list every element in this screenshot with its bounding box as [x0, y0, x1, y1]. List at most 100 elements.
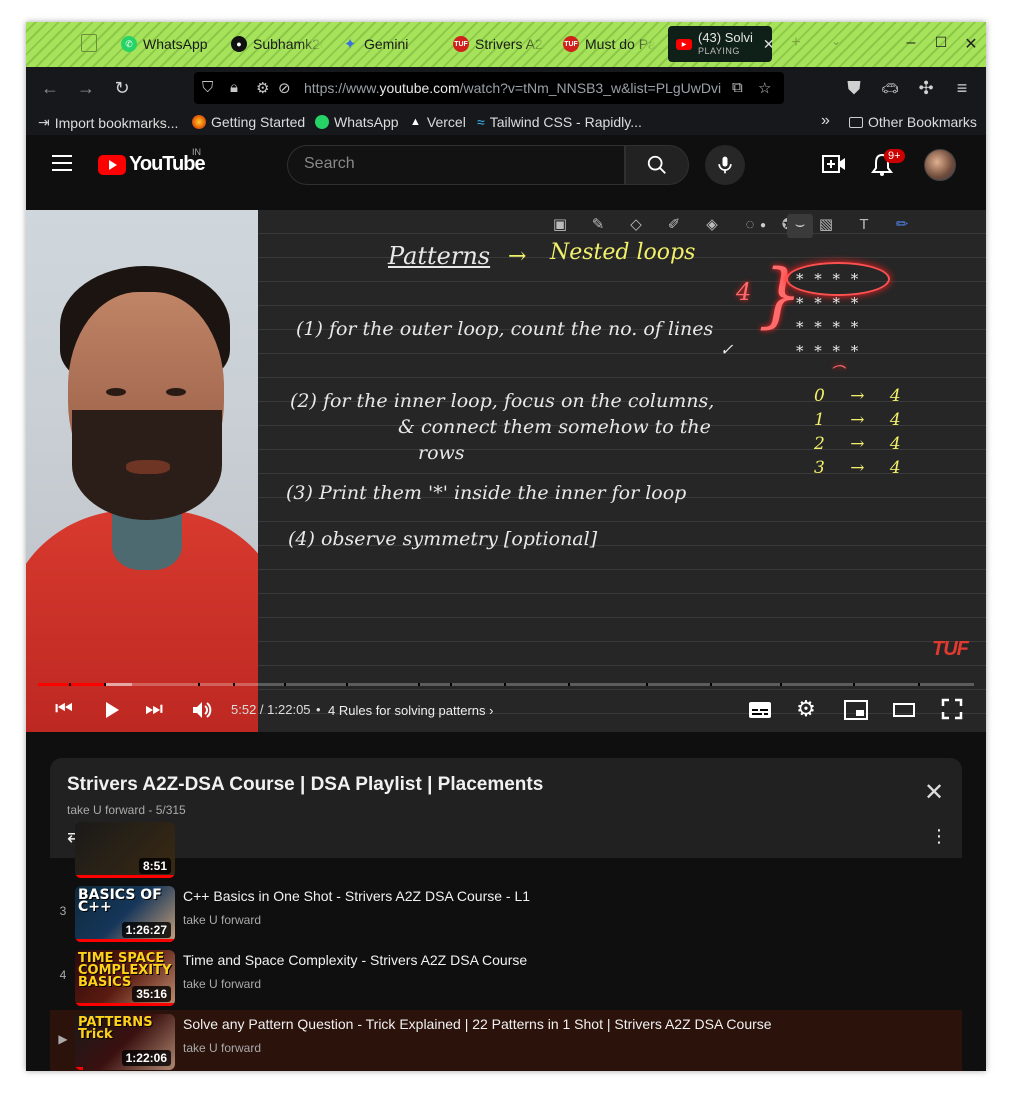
video-channel[interactable]: take U forward	[183, 913, 261, 927]
search-box	[287, 145, 625, 185]
playlist-title[interactable]: Strivers A2Z-DSA Course | DSA Playlist |…	[67, 774, 543, 796]
playlist-channel[interactable]: take U forward	[67, 803, 145, 817]
previous-icon[interactable]: ⏮	[50, 698, 78, 721]
reload-icon[interactable]: ↻	[110, 77, 134, 99]
tab-whatsapp[interactable]: ✆ WhatsApp	[121, 31, 221, 57]
highlighter-tool-icon: ✐	[667, 216, 681, 233]
picture-in-picture-icon[interactable]: ⧉	[732, 79, 743, 96]
tab-must-do[interactable]: TUF Must do Pa	[563, 31, 655, 57]
tab-gemini[interactable]: ✦ Gemini	[342, 31, 432, 57]
whatsapp-icon	[315, 115, 329, 129]
video-duration: 35:16	[132, 986, 171, 1002]
extensions-icon[interactable]: ✣	[914, 77, 938, 99]
next-icon[interactable]: ⏭	[140, 698, 168, 721]
video-duration: 1:26:27	[121, 922, 171, 938]
play-icon[interactable]	[98, 700, 126, 720]
shield-icon[interactable]: ⛉	[202, 79, 213, 96]
forward-icon[interactable]: →	[74, 77, 98, 99]
video-title[interactable]: Time and Space Complexity - Strivers A2Z…	[183, 952, 527, 968]
bookmark-whatsapp[interactable]: WhatsApp	[315, 114, 399, 130]
miniplayer-icon[interactable]	[842, 700, 870, 720]
browser-window: ✆ WhatsApp ● Subhamk2c ✦ Gemini TUF Stri…	[26, 22, 986, 1071]
video-duration: 1:22:06	[121, 1050, 171, 1066]
video-duration: 8:51	[138, 858, 171, 874]
progress-bar[interactable]	[38, 683, 974, 686]
video-title[interactable]: Solve any Pattern Question - Trick Expla…	[183, 1016, 772, 1032]
close-tab-icon[interactable]: ✕	[763, 36, 772, 53]
arrow-icon: →	[508, 244, 527, 269]
tab-strivers[interactable]: TUF Strivers A2Z	[453, 31, 545, 57]
tailwind-icon: ≈	[477, 114, 485, 130]
video-channel[interactable]: take U forward	[183, 1041, 261, 1055]
video-player[interactable]: ▣ ✎ ◇ ✐ ◈ ◌ ✪ ▧ T ✏ ● ⌣ Patterns → Neste…	[26, 210, 986, 732]
theater-mode-icon[interactable]	[890, 700, 918, 720]
video-thumbnail[interactable]: BASICS OF C++ 1:26:27	[75, 886, 175, 942]
video-thumbnail[interactable]: PATTERNS Trick 1:22:06	[75, 1014, 175, 1070]
vercel-icon: ▲	[410, 116, 421, 128]
list-item[interactable]: 8:51	[50, 818, 962, 882]
tuf-icon: TUF	[563, 36, 579, 52]
permissions-icon[interactable]: ⚙	[256, 79, 269, 97]
bookmarks-bar: ⇥ Import bookmarks... Getting Started Wh…	[26, 109, 986, 135]
list-item[interactable]: 4 TIME SPACE COMPLEXITY BASICS 35:16 Tim…	[50, 946, 962, 1010]
window-close-icon[interactable]: ✕	[961, 34, 981, 54]
tab-github[interactable]: ● Subhamk2c	[231, 31, 323, 57]
create-video-icon[interactable]	[822, 153, 846, 175]
lock-icon[interactable]: 🔒︎	[230, 79, 238, 96]
list-item[interactable]: 3 BASICS OF C++ 1:26:27 C++ Basics in On…	[50, 882, 962, 946]
now-playing-icon: ▶	[58, 1032, 68, 1046]
pen-size-dot: ●	[760, 220, 767, 231]
whatsapp-icon: ✆	[121, 36, 137, 52]
image-tool-icon: ▣	[552, 216, 568, 233]
youtube-logo[interactable]: YouTube IN	[98, 147, 206, 176]
tuf-watermark: TUF	[932, 638, 969, 660]
active-tab-title: (43) Solvi	[698, 30, 753, 45]
other-bookmarks[interactable]: Other Bookmarks	[849, 114, 977, 130]
board-rule-3: (3) Print them '*' inside the inner for …	[286, 482, 687, 504]
video-title[interactable]: C++ Basics in One Shot - Strivers A2Z DS…	[183, 888, 530, 904]
current-time: 5:52	[231, 702, 257, 717]
fullscreen-icon[interactable]	[938, 698, 966, 720]
search-input[interactable]	[288, 146, 624, 182]
minimize-icon[interactable]: –	[901, 34, 921, 52]
tab-youtube-active[interactable]: ▶ (43) Solvi PLAYING ✕	[668, 26, 772, 62]
pocket-icon[interactable]: ⛊	[842, 77, 866, 99]
bookmark-import[interactable]: ⇥ Import bookmarks...	[38, 114, 178, 131]
avatar[interactable]	[924, 149, 956, 181]
folder-icon[interactable]	[81, 34, 97, 52]
maximize-icon[interactable]: ☐	[931, 34, 951, 51]
video-channel[interactable]: take U forward	[183, 977, 261, 991]
active-tab-status: PLAYING	[698, 46, 740, 56]
url-text[interactable]: https://www.youtube.com/watch?v=tNm_NNSB…	[304, 80, 724, 96]
voice-search-button[interactable]	[705, 145, 745, 185]
more-bookmarks-icon[interactable]: »	[821, 112, 830, 130]
list-item-current[interactable]: ▶ PATTERNS Trick 1:22:06 Solve any Patte…	[50, 1010, 962, 1071]
url-bar[interactable]: ⛉ 🔒︎ ⚙ ⊘ https://www.youtube.com/watch?v…	[194, 72, 784, 104]
bookmark-vercel[interactable]: ▲ Vercel	[410, 114, 466, 130]
red-underline: ⌒	[830, 365, 844, 381]
container-icon[interactable]: 🚗︎	[878, 77, 902, 99]
search-button[interactable]	[625, 145, 689, 185]
bookmark-star-icon[interactable]: ☆	[758, 79, 771, 97]
settings-gear-icon[interactable]: ⚙	[792, 696, 820, 722]
playlist-panel: Strivers A2Z-DSA Course | DSA Playlist |…	[50, 758, 962, 1071]
back-icon[interactable]: ←	[38, 77, 62, 99]
bookmark-tailwind[interactable]: ≈ Tailwind CSS - Rapidly...	[477, 114, 642, 130]
video-thumbnail[interactable]: 8:51	[75, 822, 175, 878]
new-tab-icon[interactable]: +	[786, 34, 806, 52]
volume-icon[interactable]	[188, 700, 216, 720]
pen-tool-icon: ✎	[591, 216, 605, 233]
menu-icon[interactable]: ≡	[950, 77, 974, 99]
import-icon: ⇥	[38, 114, 50, 130]
video-thumbnail[interactable]: TIME SPACE COMPLEXITY BASICS 35:16	[75, 950, 175, 1006]
subtitles-icon[interactable]	[746, 700, 774, 720]
tab-list-icon[interactable]: ⌄	[826, 34, 846, 48]
guide-menu-icon[interactable]	[52, 155, 72, 171]
chapter-button[interactable]: 4 Rules for solving patterns ›	[328, 703, 494, 718]
gemini-icon: ✦	[343, 36, 357, 53]
autoplay-blocked-icon[interactable]: ⊘	[278, 79, 291, 97]
shapes-tool-icon: ◈	[706, 216, 718, 233]
search-icon	[647, 155, 666, 174]
bookmark-getting-started[interactable]: Getting Started	[192, 114, 305, 130]
close-playlist-icon[interactable]: ✕	[922, 781, 946, 805]
